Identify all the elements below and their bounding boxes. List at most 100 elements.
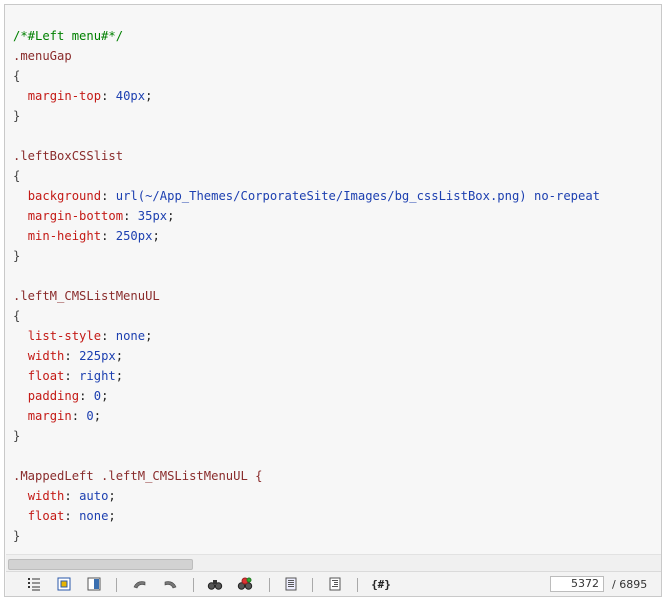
fullscreen-icon[interactable] bbox=[86, 576, 102, 592]
code-line[interactable]: { bbox=[13, 166, 658, 186]
code-line[interactable]: } bbox=[13, 526, 658, 546]
code-token: .leftBoxCSSlist bbox=[13, 149, 124, 163]
code-line[interactable]: { bbox=[13, 66, 658, 86]
code-token: auto bbox=[79, 489, 109, 503]
hash-icon[interactable]: {#} bbox=[370, 576, 392, 592]
code-token: url(~/App_Themes/CorporateSite/Images/bg… bbox=[115, 189, 601, 203]
toolbar-divider bbox=[312, 578, 313, 592]
code-line[interactable]: margin: 0; bbox=[13, 406, 658, 426]
code-token: { bbox=[13, 169, 21, 183]
code-token: .MappedLeft .leftM_CMSListMenuUL { bbox=[13, 469, 263, 483]
code-line[interactable]: width: auto; bbox=[13, 486, 658, 506]
code-token: list-style bbox=[27, 329, 102, 343]
code-line[interactable]: min-height: 250px; bbox=[13, 226, 658, 246]
line-numbers-icon[interactable] bbox=[26, 576, 42, 592]
code-line[interactable]: } bbox=[13, 246, 658, 266]
code-token: 250px bbox=[115, 229, 153, 243]
code-token: : bbox=[101, 189, 116, 203]
code-token: 35px bbox=[137, 209, 168, 223]
code-line[interactable] bbox=[13, 126, 658, 146]
code-token: ; bbox=[108, 509, 116, 523]
code-token: ; bbox=[145, 89, 153, 103]
code-line[interactable]: margin-bottom: 35px; bbox=[13, 206, 658, 226]
toolbar-divider bbox=[269, 578, 270, 592]
replace-icon[interactable] bbox=[237, 576, 253, 592]
code-line[interactable]: .menuGap bbox=[13, 46, 658, 66]
code-token: padding bbox=[27, 389, 80, 403]
code-line[interactable]: { bbox=[13, 306, 658, 326]
code-token: none bbox=[79, 509, 109, 523]
highlight-icon[interactable] bbox=[56, 576, 72, 592]
code-line[interactable]: background: url(~/App_Themes/CorporateSi… bbox=[13, 186, 658, 206]
scrollbar-thumb[interactable] bbox=[8, 559, 193, 570]
code-token: float bbox=[27, 509, 65, 523]
code-line[interactable]: .leftBoxCSSlist bbox=[13, 146, 658, 166]
code-line[interactable]: .MappedLeft .leftM_CMSListMenuUL { bbox=[13, 466, 658, 486]
code-area[interactable]: /*#Left menu#*/ .menuGap { margin-top: 40p… bbox=[13, 26, 658, 554]
code-token: ; bbox=[108, 489, 116, 503]
undo-icon[interactable] bbox=[132, 576, 148, 592]
code-line[interactable]: float: none; bbox=[13, 506, 658, 526]
code-token: : bbox=[79, 389, 94, 403]
code-line[interactable]: padding: 0; bbox=[13, 386, 658, 406]
code-token: ; bbox=[145, 329, 153, 343]
code-token: : bbox=[64, 349, 80, 363]
code-token: width bbox=[27, 349, 65, 363]
code-token: : bbox=[101, 89, 116, 103]
code-token: 225px bbox=[79, 349, 116, 363]
code-token: : bbox=[123, 209, 138, 223]
code-line[interactable]: .leftM_CMSListMenuUL bbox=[13, 286, 658, 306]
code-token: : bbox=[64, 369, 80, 383]
code-token: float bbox=[27, 369, 65, 383]
code-editor[interactable]: /*#Left menu#*/ .menuGap { margin-top: 40p… bbox=[4, 4, 662, 597]
code-line[interactable]: /*#Left menu#*/ bbox=[13, 26, 658, 46]
code-line[interactable]: list-style: none; bbox=[13, 326, 658, 346]
horizontal-scrollbar[interactable] bbox=[6, 554, 661, 571]
code-token: background bbox=[27, 189, 102, 203]
indent-icon[interactable] bbox=[327, 576, 343, 592]
code-token: } bbox=[13, 109, 21, 123]
code-token: ; bbox=[152, 229, 160, 243]
code-token: } bbox=[13, 249, 21, 263]
code-line[interactable]: float: right; bbox=[13, 366, 658, 386]
code-line[interactable]: margin-top: 40px; bbox=[13, 86, 658, 106]
code-line[interactable]: } bbox=[13, 106, 658, 126]
code-token: : bbox=[64, 489, 80, 503]
code-line[interactable] bbox=[13, 446, 658, 466]
code-token: width bbox=[27, 489, 65, 503]
code-token: ; bbox=[115, 349, 124, 363]
code-token: margin-top bbox=[27, 89, 102, 103]
position-total: / 6895 bbox=[612, 578, 648, 591]
code-line[interactable]: width: 225px; bbox=[13, 346, 658, 366]
code-token: ; bbox=[115, 369, 124, 383]
code-token: } bbox=[13, 529, 21, 543]
code-token: right bbox=[79, 369, 116, 383]
select-all-icon[interactable] bbox=[283, 576, 299, 592]
code-line[interactable]: } bbox=[13, 426, 658, 446]
code-token: { bbox=[13, 69, 21, 83]
code-token: : bbox=[101, 229, 116, 243]
code-token: : bbox=[64, 509, 80, 523]
code-token: 40px bbox=[115, 89, 146, 103]
redo-icon[interactable] bbox=[162, 576, 178, 592]
code-line[interactable] bbox=[13, 266, 658, 286]
code-token: margin bbox=[27, 409, 72, 423]
code-token: } bbox=[13, 429, 21, 443]
cursor-position-input[interactable]: 5372 bbox=[550, 576, 604, 592]
toolbar-divider bbox=[116, 578, 117, 592]
editor-toolbar: {#} 5372 / 6895 bbox=[6, 571, 661, 596]
find-icon[interactable] bbox=[207, 576, 223, 592]
code-token: .menuGap bbox=[13, 49, 72, 63]
toolbar-divider bbox=[357, 578, 358, 592]
